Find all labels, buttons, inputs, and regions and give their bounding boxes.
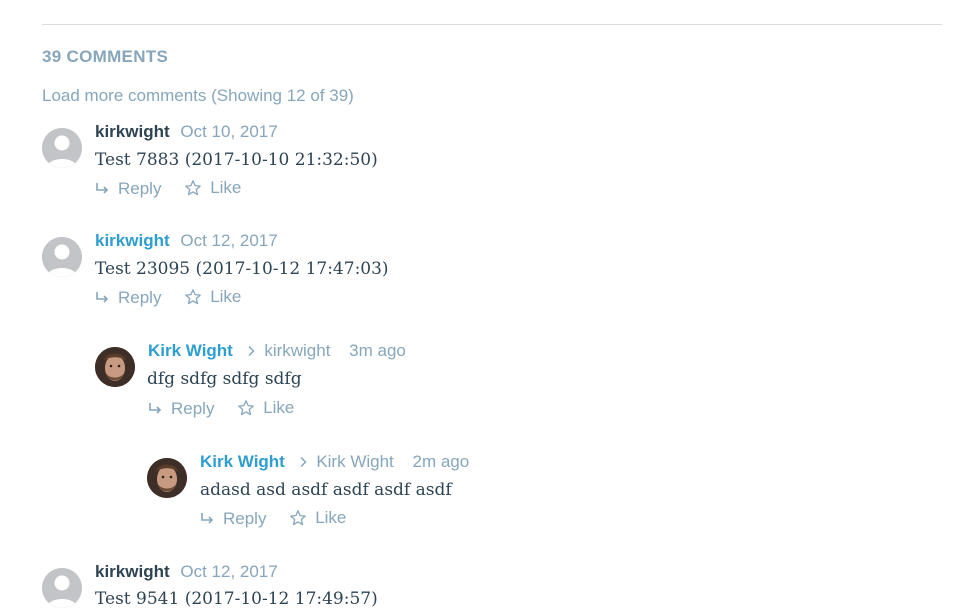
comment-body: Test 7883 (2017-10-10 21:32:50) <box>95 150 378 170</box>
reply-button[interactable]: Reply <box>94 287 161 309</box>
reply-label: Reply <box>118 179 162 198</box>
comment-body: Test 23095 (2017-10-12 17:47:03) <box>95 259 389 279</box>
reply-button[interactable]: Reply <box>147 398 214 420</box>
reply-icon <box>201 513 214 524</box>
section-divider <box>42 24 942 25</box>
star-icon <box>185 180 202 196</box>
user-avatar[interactable] <box>147 458 187 498</box>
like-button[interactable]: Like <box>289 507 346 529</box>
reply-button[interactable]: Reply <box>199 508 266 530</box>
reply-icon <box>149 403 162 414</box>
reply-button[interactable]: Reply <box>94 178 161 200</box>
star-icon <box>238 400 255 416</box>
comment-date[interactable]: Oct 10, 2017 <box>180 122 277 141</box>
comments-section: 39 COMMENTS Load more comments (Showing … <box>0 0 977 616</box>
reply-label: Reply <box>118 288 162 307</box>
default-avatar-icon[interactable] <box>42 128 82 168</box>
comment-date[interactable]: Oct 12, 2017 <box>180 562 277 581</box>
comments-count-heading: 39 COMMENTS <box>42 47 169 66</box>
like-label: Like <box>263 398 295 417</box>
comment-author[interactable]: Kirk Wight <box>200 452 285 471</box>
default-avatar-icon[interactable] <box>42 237 82 277</box>
comment-date[interactable]: 3m ago <box>349 341 406 360</box>
star-icon <box>185 289 202 305</box>
comment-body: Test 9541 (2017-10-12 17:49:57) <box>95 589 378 609</box>
comment-author[interactable]: kirkwight <box>95 231 170 250</box>
comment-date[interactable]: Oct 12, 2017 <box>180 231 277 250</box>
chevron-right-icon <box>246 341 256 363</box>
parent-comment-author[interactable]: kirkwight <box>264 341 330 360</box>
comment-author[interactable]: Kirk Wight <box>148 341 233 360</box>
like-label: Like <box>210 287 242 306</box>
like-label: Like <box>210 178 242 197</box>
parent-comment-author[interactable]: Kirk Wight <box>316 452 393 471</box>
star-icon <box>290 510 307 526</box>
like-label: Like <box>315 508 347 527</box>
default-avatar-icon[interactable] <box>42 568 82 608</box>
comment-author[interactable]: kirkwight <box>95 122 170 141</box>
comment-date[interactable]: 2m ago <box>413 452 470 471</box>
chevron-right-icon <box>298 452 308 474</box>
like-button[interactable]: Like <box>237 397 294 419</box>
load-more-comments-link[interactable]: Load more comments (Showing 12 of 39) <box>42 86 354 106</box>
reply-label: Reply <box>223 509 267 528</box>
reply-icon <box>96 292 109 303</box>
like-button[interactable]: Like <box>184 177 241 199</box>
comment-body: dfg sdfg sdfg sdfg <box>147 369 302 389</box>
comment-author[interactable]: kirkwight <box>95 562 170 581</box>
reply-label: Reply <box>171 399 215 418</box>
user-avatar[interactable] <box>95 347 135 387</box>
like-button[interactable]: Like <box>184 286 241 308</box>
reply-icon <box>96 183 109 194</box>
comment-body: adasd asd asdf asdf asdf asdf <box>200 480 452 500</box>
